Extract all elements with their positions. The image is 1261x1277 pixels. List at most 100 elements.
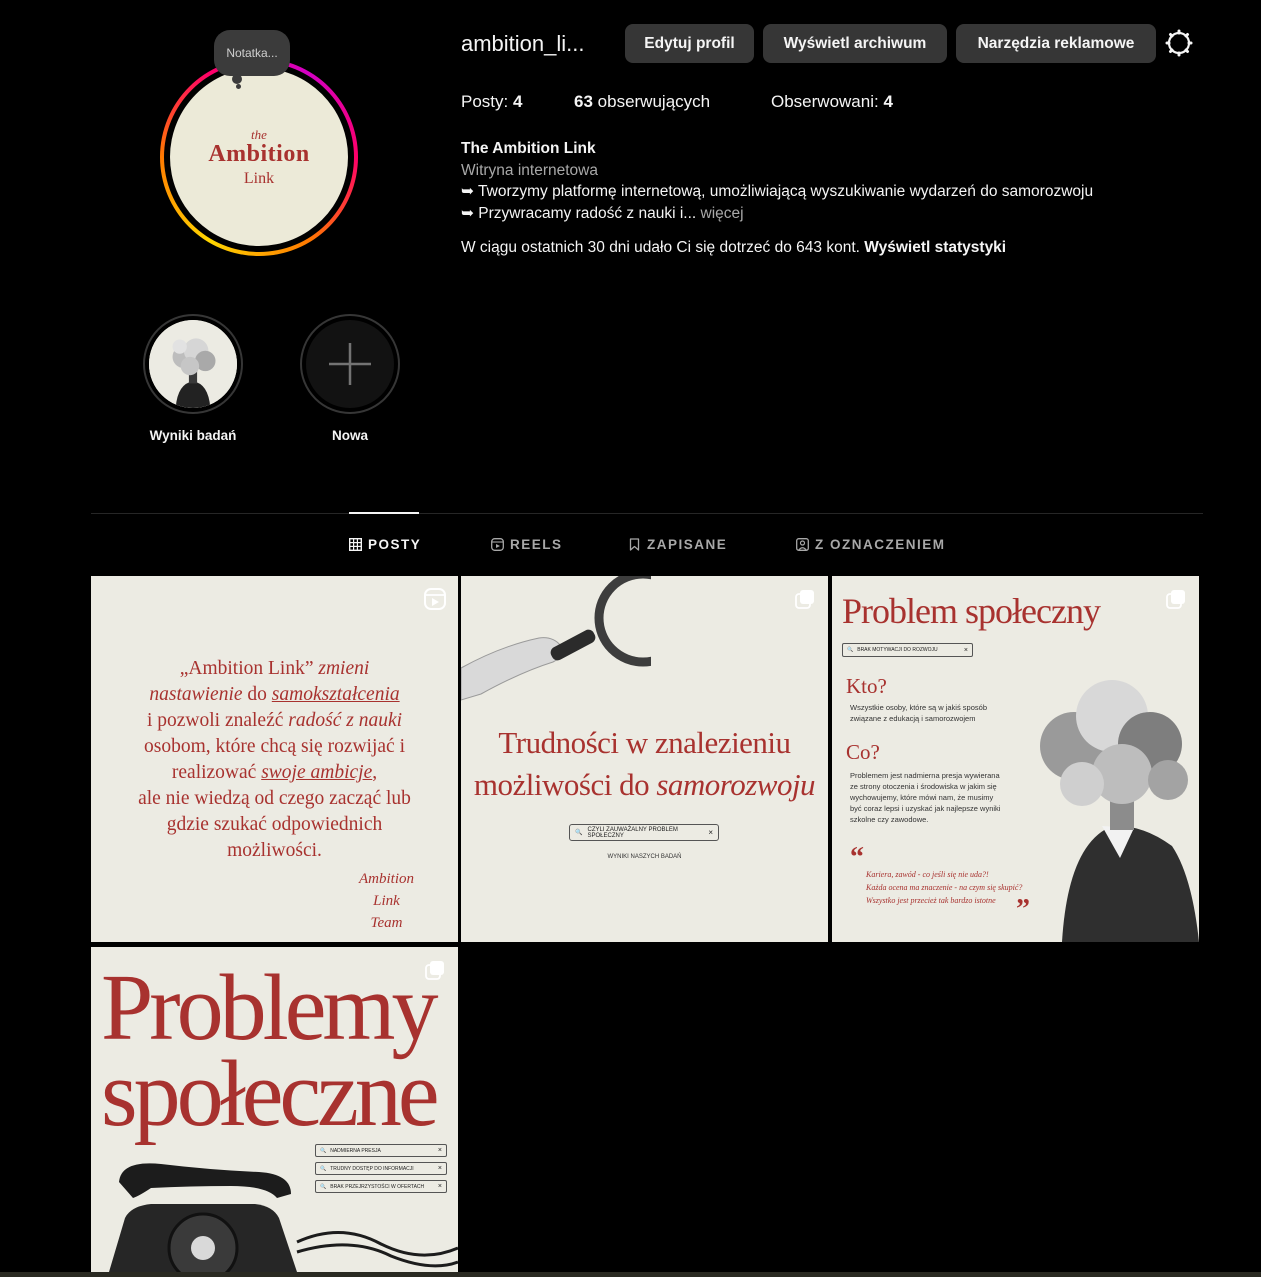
carousel-badge-icon bbox=[795, 590, 814, 609]
profile-avatar[interactable]: the Ambition Link bbox=[170, 68, 348, 246]
highlight-ring[interactable] bbox=[143, 314, 243, 414]
tab-label: REELS bbox=[510, 537, 563, 552]
bio-more-link[interactable]: więcej bbox=[701, 205, 744, 222]
p1-l6: ale nie wiedzą od czego zacząć lub bbox=[138, 788, 411, 809]
followers-label: obserwujących bbox=[597, 92, 711, 111]
bookmark-icon bbox=[629, 538, 640, 551]
quote-close-icon: ” bbox=[1016, 894, 1030, 925]
p4-t1: Problemy bbox=[101, 956, 439, 1060]
p1-l7: gdzie szukać odpowiednich bbox=[166, 814, 383, 835]
ad-tools-button[interactable]: Narzędzia reklamowe bbox=[956, 24, 1156, 63]
magnifier-hand-image bbox=[461, 576, 651, 701]
sig-line-1: Ambition bbox=[359, 871, 414, 887]
search-icon: 🔍 bbox=[575, 830, 583, 836]
p1-l8: możliwości. bbox=[227, 840, 322, 861]
grid-icon bbox=[349, 538, 362, 551]
tabs-divider bbox=[91, 513, 1203, 514]
following-label: Obserwowani: bbox=[771, 92, 879, 111]
post-3-search-bar: 🔍 BRAK MOTYWACJI DO ROZWOJU × bbox=[842, 643, 973, 657]
tab-saved[interactable]: ZAPISANE bbox=[628, 537, 727, 552]
p3-who-text: Wszystkie osoby, które są w jakiś sposób… bbox=[850, 703, 987, 723]
rotary-phone-image bbox=[109, 1163, 458, 1272]
p2-t2b: samorozwoju bbox=[656, 767, 816, 802]
p2-results: WYNIKI NASZYCH BADAŃ bbox=[607, 854, 682, 860]
tab-posts[interactable]: POSTY bbox=[349, 537, 421, 552]
post-tile-4[interactable]: Problemy społeczne 🔍 NADMIERNA PRESJA × … bbox=[91, 947, 458, 1272]
tab-label: POSTY bbox=[368, 537, 422, 552]
post-tile-1[interactable]: „Ambition Link” zmieni nastawienie do sa… bbox=[91, 576, 458, 942]
bio-name: The Ambition Link bbox=[461, 140, 596, 157]
bio-category: Witryna internetowa bbox=[461, 161, 598, 179]
bio-line-1: ➥ Tworzymy platformę internetową, umożli… bbox=[461, 183, 1094, 200]
tab-tagged[interactable]: Z OZNACZENIEM bbox=[796, 537, 946, 552]
p1-l2c: samokształcenia bbox=[271, 684, 400, 705]
view-insights-link[interactable]: Wyświetl statystyki bbox=[864, 239, 1006, 256]
post-tile-3[interactable]: Problem społeczny 🔍 BRAK MOTYWACJI DO RO… bbox=[832, 576, 1199, 942]
p1-l5b: swoje ambicje bbox=[261, 762, 373, 783]
tab-label: Z OZNACZENIEM bbox=[815, 537, 946, 552]
p3-q1: Kariera, zawód - co jeśli się nie uda?! bbox=[866, 870, 989, 879]
highlight-research-results[interactable]: Wyniki badań bbox=[142, 314, 244, 443]
post-tile-2[interactable]: Trudności w znalezieniu możliwości do sa… bbox=[461, 576, 828, 942]
p2-t1: Trudności w znalezieniu bbox=[498, 725, 791, 760]
note-bubble-tail bbox=[232, 74, 242, 84]
posts-value: 4 bbox=[512, 92, 523, 111]
sig-line-2: Link bbox=[373, 893, 400, 909]
note-bubble[interactable]: Notatka... bbox=[214, 30, 290, 76]
posts-count: Posty: 4 bbox=[461, 92, 522, 112]
highlight-cover bbox=[149, 320, 237, 408]
sig-line-3: Team bbox=[370, 915, 403, 931]
bio-line-2-wrap: ➥ Przywracamy radość z nauki i... więcej bbox=[461, 203, 1093, 225]
tab-reels[interactable]: REELS bbox=[491, 537, 563, 552]
highlight-ring[interactable] bbox=[300, 314, 400, 414]
note-bubble-tail-small bbox=[236, 84, 241, 89]
p3-who: Kto? bbox=[846, 674, 887, 698]
p1-l1b: zmieni bbox=[318, 658, 370, 679]
tagged-icon bbox=[796, 538, 809, 551]
plus-icon bbox=[329, 343, 371, 385]
post-1-text: „Ambition Link” zmieni nastawienie do sa… bbox=[121, 656, 428, 864]
p2-t2a: możliwości do bbox=[473, 767, 650, 802]
p1-l4: osobom, które chcą się rozwijać i bbox=[144, 736, 405, 757]
p1-l3b: radość z nauki bbox=[288, 710, 403, 731]
p1-l5a: realizować bbox=[171, 762, 257, 783]
profile-avatar-ring[interactable]: the Ambition Link bbox=[160, 58, 358, 256]
p1-l1a: „Ambition Link” bbox=[179, 658, 314, 679]
reel-badge-icon bbox=[424, 588, 446, 610]
followers-count[interactable]: 63 obserwujących bbox=[574, 92, 710, 112]
search-icon: 🔍 bbox=[847, 647, 854, 653]
highlight-label: Wyniki badań bbox=[149, 428, 237, 443]
avatar-logo-name: Ambition bbox=[208, 140, 310, 167]
p4-t2: społeczne bbox=[101, 1042, 440, 1146]
active-tab-indicator bbox=[349, 512, 419, 514]
p3-search-text: BRAK MOTYWACJI DO ROZWOJU bbox=[857, 647, 938, 653]
carousel-badge-icon bbox=[1166, 590, 1185, 609]
tab-label: ZAPISANE bbox=[647, 537, 728, 552]
settings-gear-icon[interactable] bbox=[1164, 28, 1194, 58]
posts-label: Posty: bbox=[461, 92, 509, 111]
p3-what: Co? bbox=[846, 740, 880, 764]
post-2-title: Trudności w znalezieniu możliwości do sa… bbox=[461, 722, 828, 806]
post-4-title: Problemy społeczne bbox=[101, 956, 440, 1146]
close-icon: × bbox=[708, 828, 713, 837]
cloud-head-image bbox=[149, 320, 237, 408]
reach-insight-text: W ciągu ostatnich 30 dni udało Ci się do… bbox=[461, 239, 860, 256]
close-icon: × bbox=[963, 646, 968, 654]
view-archive-button[interactable]: Wyświetl archiwum bbox=[763, 24, 947, 63]
post-2-search-bar: 🔍 CZYLI ZAUWAŻALNY PROBLEM SPOŁECZNY × bbox=[569, 824, 719, 841]
profile-bio: The Ambition Link Witryna internetowa ➥ … bbox=[461, 138, 1093, 224]
p2-search-text: CZYLI ZAUWAŻALNY PROBLEM SPOŁECZNY bbox=[587, 826, 678, 839]
post-1-signature: Ambition Link Team bbox=[359, 868, 414, 934]
p1-l2b: do bbox=[247, 684, 267, 705]
following-value: 4 bbox=[883, 92, 893, 111]
highlight-new[interactable]: Nowa bbox=[299, 314, 401, 443]
highlight-label: Nowa bbox=[331, 428, 368, 443]
following-count[interactable]: Obserwowani: 4 bbox=[771, 92, 893, 112]
avatar-logo-sub: Link bbox=[243, 169, 275, 187]
bio-line-2: ➥ Przywracamy radość z nauki i... bbox=[461, 204, 697, 222]
p3-q2: Każda ocena ma znaczenie - na czym się s… bbox=[866, 883, 1023, 892]
bottom-edge-strip bbox=[0, 1272, 1261, 1277]
followers-value: 63 bbox=[574, 92, 593, 111]
new-highlight-circle bbox=[306, 320, 394, 408]
edit-profile-button[interactable]: Edytuj profil bbox=[625, 24, 754, 63]
